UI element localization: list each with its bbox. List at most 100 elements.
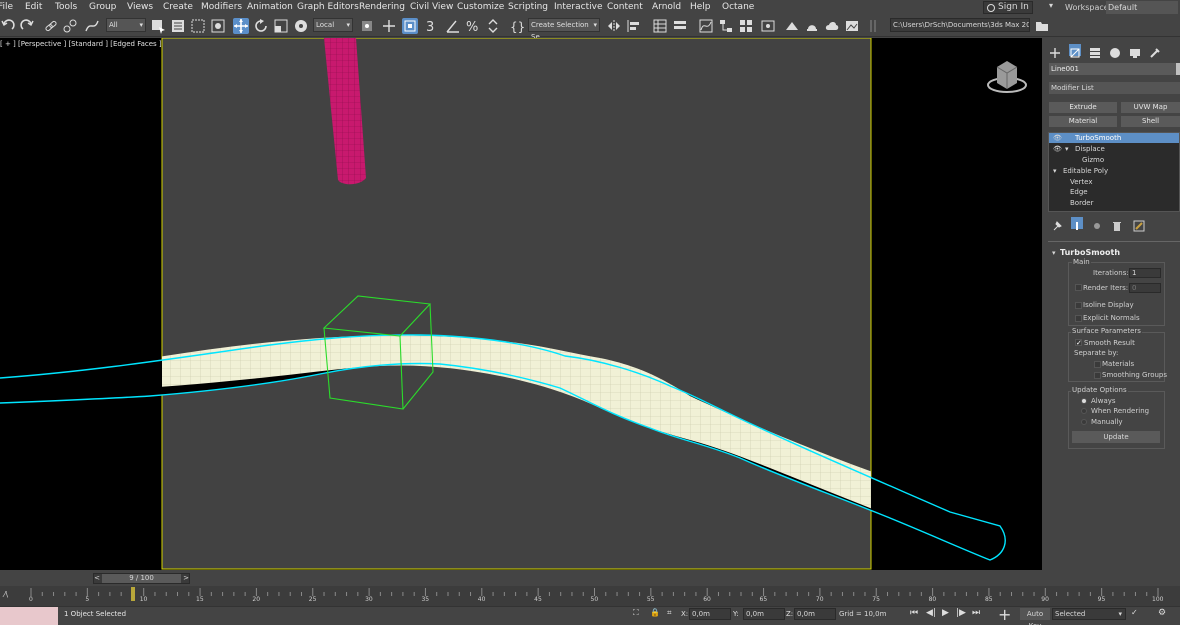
- pivot-center-icon[interactable]: [359, 18, 375, 34]
- perspective-viewport[interactable]: [0, 38, 1042, 570]
- key-filter-dropdown[interactable]: Selected ▾: [1052, 608, 1126, 620]
- menu-file[interactable]: File: [0, 2, 13, 12]
- absolute-mode-icon[interactable]: ⌗: [667, 608, 672, 618]
- selection-lock-icon[interactable]: 🔒: [650, 608, 660, 617]
- a360-gallery-icon[interactable]: [844, 18, 860, 34]
- go-to-start-icon[interactable]: ⏮: [910, 608, 918, 618]
- when-rendering-radio[interactable]: [1081, 408, 1087, 414]
- remove-modifier-icon[interactable]: [1111, 217, 1123, 231]
- menu-group[interactable]: Group: [89, 2, 116, 12]
- stack-item-displace[interactable]: Displace: [1075, 145, 1105, 153]
- stack-item-vertex[interactable]: Vertex: [1070, 178, 1093, 186]
- scale-icon[interactable]: [273, 18, 289, 34]
- stack-item-edge[interactable]: Edge: [1070, 188, 1088, 196]
- move-icon[interactable]: [233, 18, 249, 34]
- go-to-end-icon[interactable]: ⏭: [972, 608, 980, 618]
- workspace-dropdown[interactable]: Default: [1106, 1, 1178, 14]
- menu-edit[interactable]: Edit: [25, 2, 42, 12]
- render-in-cloud-icon[interactable]: [824, 18, 840, 34]
- smooth-result-checkbox[interactable]: ✓: [1075, 339, 1082, 347]
- expand-arrow-icon[interactable]: ▾: [1053, 167, 1057, 175]
- menu-modifiers[interactable]: Modifiers: [201, 2, 242, 12]
- select-by-name-icon[interactable]: [170, 18, 186, 34]
- extrude-button[interactable]: Extrude: [1049, 102, 1117, 113]
- redo-icon[interactable]: [19, 18, 35, 34]
- show-end-result-icon[interactable]: [1071, 217, 1083, 230]
- play-icon[interactable]: ▶: [942, 608, 949, 618]
- set-project-folder-icon[interactable]: [1034, 18, 1050, 34]
- menu-create[interactable]: Create: [163, 2, 193, 12]
- stack-item-turbosmooth[interactable]: TurboSmooth: [1075, 134, 1121, 142]
- hierarchy-panel-icon[interactable]: [1089, 44, 1101, 58]
- next-key-icon[interactable]: |▶: [956, 608, 966, 618]
- update-button[interactable]: Update: [1072, 431, 1160, 443]
- object-name-field[interactable]: Line001: [1049, 63, 1176, 75]
- keyboard-shortcut-override-icon[interactable]: [402, 18, 418, 34]
- link-icon[interactable]: [43, 18, 59, 34]
- always-radio[interactable]: [1081, 398, 1087, 404]
- iterations-spinner[interactable]: 1: [1129, 268, 1161, 278]
- named-selection-dropdown[interactable]: Create Selection Se ▾: [528, 18, 600, 41]
- open-mini-curve-editor-icon[interactable]: ⁄\: [4, 590, 8, 599]
- manually-radio[interactable]: [1081, 419, 1087, 425]
- create-panel-icon[interactable]: [1049, 44, 1061, 58]
- display-panel-icon[interactable]: [1129, 44, 1141, 58]
- selection-filter-dropdown[interactable]: All ▾: [106, 18, 146, 32]
- menu-interactive[interactable]: Interactive: [554, 2, 602, 12]
- unlink-icon[interactable]: [62, 18, 78, 34]
- mirror-icon[interactable]: [606, 18, 622, 34]
- z-coordinate-field[interactable]: 0,0m: [794, 608, 836, 620]
- rollout-collapse-icon[interactable]: ▾: [1052, 249, 1056, 257]
- time-slider-thumb[interactable]: 9 / 100: [102, 574, 181, 583]
- shell-button[interactable]: Shell: [1121, 116, 1180, 127]
- menu-customize[interactable]: Customize: [457, 2, 504, 12]
- add-time-tag-icon[interactable]: +: [998, 607, 1011, 623]
- current-frame-marker[interactable]: [131, 587, 135, 601]
- eye-icon[interactable]: 👁: [1053, 134, 1062, 142]
- menu-tools[interactable]: Tools: [55, 2, 77, 12]
- menu-octane[interactable]: Octane: [722, 2, 754, 12]
- panel-splitter[interactable]: [1048, 240, 1180, 243]
- stack-item-border[interactable]: Border: [1070, 199, 1093, 207]
- menu-content[interactable]: Content: [607, 2, 643, 12]
- menu-scripting[interactable]: Scripting: [508, 2, 548, 12]
- select-and-manipulate-icon[interactable]: [381, 18, 397, 34]
- undo-icon[interactable]: [0, 18, 16, 34]
- motion-panel-icon[interactable]: [1109, 44, 1121, 58]
- make-unique-icon[interactable]: [1091, 217, 1103, 229]
- menu-views[interactable]: Views: [127, 2, 153, 12]
- x-coordinate-field[interactable]: 0,0m: [689, 608, 731, 620]
- chevron-down-icon[interactable]: ▾: [1049, 1, 1053, 10]
- curve-editor-icon[interactable]: [698, 18, 714, 34]
- rectangular-selection-icon[interactable]: [190, 18, 206, 34]
- project-path-field[interactable]: C:\Users\DrSch\Documents\3ds Max 2020: [890, 18, 1030, 32]
- render-production-icon[interactable]: [804, 18, 820, 34]
- isoline-display-checkbox[interactable]: [1075, 302, 1082, 309]
- y-coordinate-field[interactable]: 0,0m: [743, 608, 785, 620]
- object-color-swatch[interactable]: [1176, 63, 1180, 75]
- sign-in-button[interactable]: Sign In: [983, 1, 1033, 14]
- key-mode-icon[interactable]: ✓: [1131, 608, 1138, 617]
- stack-item-gizmo[interactable]: Gizmo: [1082, 156, 1104, 164]
- rollout-title[interactable]: TurboSmooth: [1060, 248, 1120, 257]
- next-frame-icon[interactable]: >: [182, 573, 190, 584]
- menu-animation[interactable]: Animation: [247, 2, 293, 12]
- layer-explorer-icon[interactable]: [672, 18, 688, 34]
- eye-icon[interactable]: 👁: [1053, 145, 1062, 153]
- bind-space-warp-icon[interactable]: [84, 18, 100, 34]
- rendered-frame-window-icon[interactable]: [784, 18, 800, 34]
- explicit-normals-checkbox[interactable]: [1075, 315, 1082, 322]
- previous-frame-icon[interactable]: <: [93, 573, 101, 584]
- reference-coordinate-dropdown[interactable]: Local ▾: [313, 18, 353, 32]
- placement-icon[interactable]: [293, 18, 309, 34]
- stack-item-editable-poly[interactable]: Editable Poly: [1063, 167, 1108, 175]
- materials-checkbox[interactable]: [1094, 361, 1101, 368]
- modifier-list-dropdown[interactable]: Modifier List: [1049, 82, 1180, 94]
- configure-modifier-sets-icon[interactable]: [1133, 217, 1145, 232]
- smoothing-groups-checkbox[interactable]: [1094, 372, 1101, 379]
- modify-panel-icon[interactable]: [1069, 44, 1081, 58]
- render-iters-spinner[interactable]: 0: [1129, 283, 1161, 293]
- menu-civil-view[interactable]: Civil View: [410, 2, 453, 12]
- menu-arnold[interactable]: Arnold: [652, 2, 681, 12]
- utilities-panel-icon[interactable]: [1149, 44, 1161, 58]
